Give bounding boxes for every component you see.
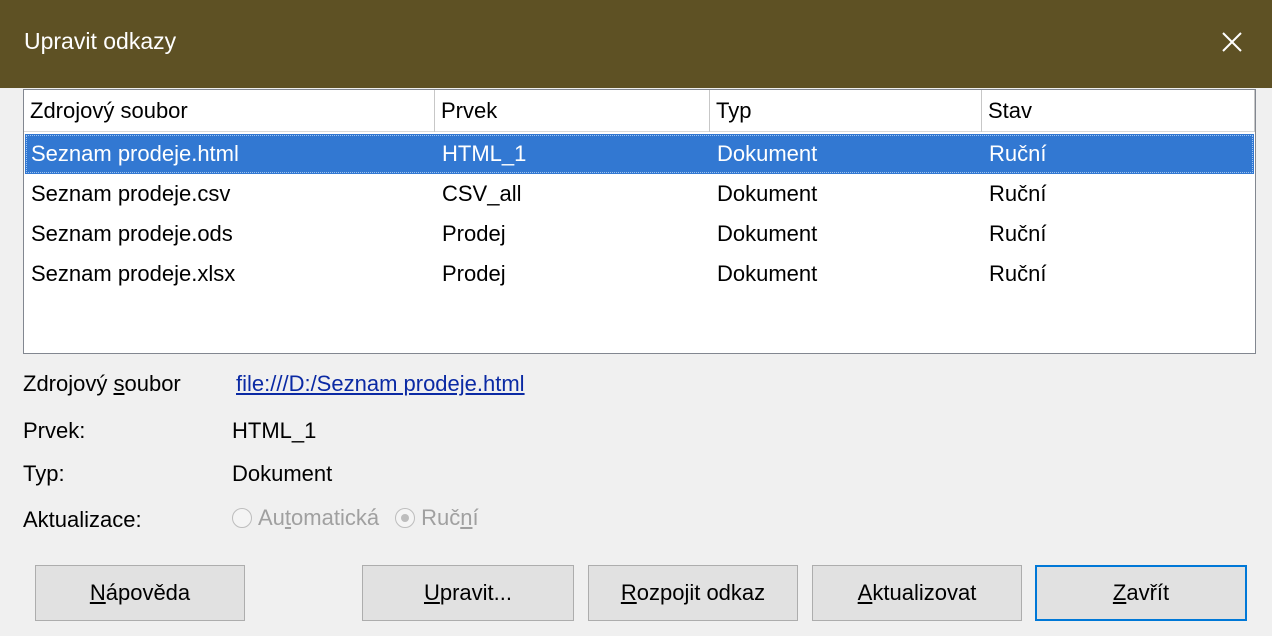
column-header-source[interactable]: Zdrojový soubor	[24, 90, 435, 132]
update-label: Aktualizace:	[23, 507, 142, 532]
edit-button[interactable]: Upravit...	[362, 565, 574, 621]
cell-element: Prodej	[442, 261, 506, 286]
column-header-type[interactable]: Typ	[710, 90, 982, 132]
source-file-label: Zdrojový soubor	[23, 371, 181, 396]
cell-status: Ruční	[989, 141, 1047, 166]
cell-type: Dokument	[717, 181, 818, 206]
close-button[interactable]: Zavřít	[1035, 565, 1247, 621]
dialog-title: Upravit odkazy	[24, 28, 177, 54]
type-label: Typ:	[23, 461, 65, 486]
radio-automatic-label: Automatická	[258, 505, 380, 530]
column-header-element[interactable]: Prvek	[435, 90, 710, 132]
cell-source: Seznam prodeje.ods	[31, 221, 233, 246]
radio-manual-indicator[interactable]	[395, 508, 416, 528]
table-row[interactable]: Seznam prodeje.csv CSV_all Dokument Ručn…	[25, 174, 1254, 214]
cell-type: Dokument	[717, 141, 818, 166]
radio-automatic[interactable]: Automatická	[232, 505, 379, 531]
radio-manual[interactable]: Ruční	[395, 505, 479, 531]
cell-status: Ruční	[989, 221, 1047, 246]
update-mode-group: Automatická Ruční	[232, 505, 495, 531]
radio-manual-label: Ruční	[421, 505, 479, 530]
table-row[interactable]: Seznam prodeje.ods Prodej Dokument Ruční	[25, 214, 1254, 254]
help-button[interactable]: Nápověda	[35, 565, 245, 621]
element-value: HTML_1	[232, 418, 317, 443]
close-icon[interactable]	[1214, 24, 1250, 60]
cell-element: Prodej	[442, 221, 506, 246]
links-list[interactable]: Zdrojový soubor Prvek Typ Stav Seznam pr…	[23, 89, 1256, 354]
cell-element: CSV_all	[442, 181, 522, 206]
cell-element: HTML_1	[442, 141, 527, 166]
cell-type: Dokument	[717, 221, 818, 246]
cell-status: Ruční	[989, 261, 1047, 286]
type-value: Dokument	[232, 461, 333, 486]
cell-source: Seznam prodeje.xlsx	[31, 261, 236, 286]
radio-automatic-indicator[interactable]	[232, 508, 252, 528]
edit-links-dialog: Upravit odkazy Zdrojový soubor Prvek Typ…	[0, 0, 1272, 636]
update-button[interactable]: Aktualizovat	[812, 565, 1022, 621]
cell-status: Ruční	[989, 181, 1047, 206]
unlink-button[interactable]: Rozpojit odkaz	[588, 565, 798, 621]
table-row[interactable]: Seznam prodeje.html HTML_1 Dokument Ručn…	[25, 134, 1254, 174]
list-header: Zdrojový soubor Prvek Typ Stav	[24, 90, 1255, 132]
cell-source: Seznam prodeje.csv	[31, 181, 231, 206]
column-header-status[interactable]: Stav	[982, 90, 1255, 132]
cell-source: Seznam prodeje.html	[31, 141, 239, 166]
element-label: Prvek:	[23, 418, 86, 443]
source-file-link[interactable]: file:///D:/Seznam prodeje.html	[236, 371, 525, 397]
cell-type: Dokument	[717, 261, 818, 286]
table-row[interactable]: Seznam prodeje.xlsx Prodej Dokument Ručn…	[25, 254, 1254, 294]
title-bar[interactable]: Upravit odkazy	[0, 0, 1272, 88]
